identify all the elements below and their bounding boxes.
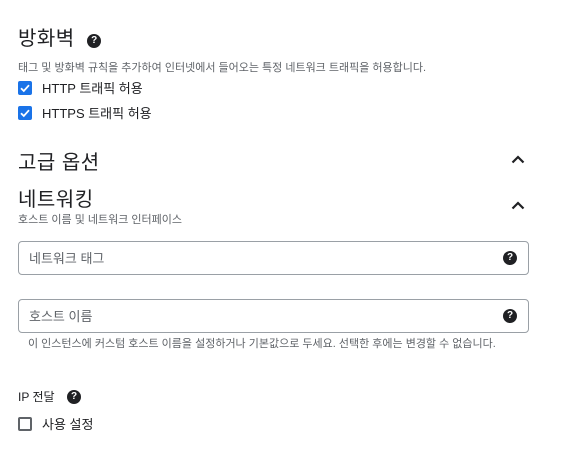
http-checkbox[interactable] <box>18 80 32 95</box>
http-traffic-option[interactable]: HTTP 트래픽 허용 <box>18 78 143 97</box>
network-tags-field[interactable]: ? <box>18 241 529 275</box>
hostname-input[interactable] <box>29 308 469 324</box>
enable-checkbox[interactable] <box>18 416 32 431</box>
help-circle-icon[interactable]: ? <box>87 33 102 48</box>
http-label: HTTP 트래픽 허용 <box>42 81 143 96</box>
checkmark-icon <box>20 109 30 117</box>
help-circle-icon[interactable]: ? <box>503 251 517 265</box>
firewall-header: 방화벽 ? <box>18 22 102 51</box>
ip-forwarding-header: IP 전달 ? <box>18 388 81 406</box>
ip-forwarding-label: IP 전달 <box>18 390 55 404</box>
https-label: HTTPS 트래픽 허용 <box>42 106 152 121</box>
hostname-field[interactable]: ? <box>18 299 529 333</box>
networking-subtitle: 호스트 이름 및 네트워크 인터페이스 <box>18 214 183 226</box>
checkmark-icon <box>20 84 30 92</box>
firewall-title: 방화벽 <box>18 28 75 50</box>
advanced-options-title[interactable]: 고급 옵션 <box>18 146 100 175</box>
networking-collapse-button[interactable] <box>508 195 528 215</box>
help-circle-icon[interactable]: ? <box>503 309 517 323</box>
https-traffic-option[interactable]: HTTPS 트래픽 허용 <box>18 103 152 122</box>
firewall-description: 태그 및 방화벽 규칙을 추가하여 인터넷에서 들어오는 특정 네트워크 트래픽… <box>18 62 427 74</box>
network-tags-input[interactable] <box>29 250 469 266</box>
ip-forwarding-enable-option[interactable]: 사용 설정 <box>18 414 93 433</box>
networking-title[interactable]: 네트워킹 <box>18 183 94 212</box>
https-checkbox[interactable] <box>18 105 32 120</box>
chevron-up-icon <box>511 154 525 163</box>
help-circle-icon[interactable]: ? <box>67 389 81 404</box>
chevron-up-icon <box>511 200 525 209</box>
advanced-collapse-button[interactable] <box>508 149 528 169</box>
enable-label: 사용 설정 <box>42 417 94 432</box>
hostname-hint: 이 인스턴스에 커스텀 호스트 이름을 설정하거나 기본값으로 두세요. 선택한… <box>28 338 496 350</box>
